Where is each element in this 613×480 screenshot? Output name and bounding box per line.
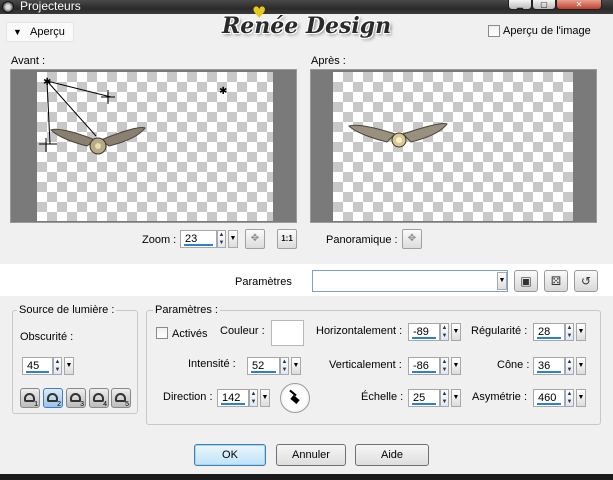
butterfly-icon: ♥: [252, 3, 267, 22]
random-preset-button[interactable]: ⚄: [544, 270, 568, 292]
intensity-label: Intensité :: [188, 358, 236, 370]
horizontal-dropdown[interactable]: ▼: [451, 323, 461, 341]
light-5-button[interactable]: 5: [111, 388, 131, 408]
pan-label: Panoramique :: [326, 234, 398, 246]
reset-preset-button[interactable]: ↺: [574, 270, 598, 292]
apercu-label: Aperçu: [30, 26, 65, 38]
zoom-dropdown[interactable]: ▼: [228, 230, 238, 248]
parameters-title: Paramètres :: [153, 304, 220, 316]
wings-image-right: [348, 123, 448, 148]
svg-text:✱: ✱: [219, 86, 227, 97]
direction-dial[interactable]: [280, 383, 310, 413]
direction-dropdown[interactable]: ▼: [260, 389, 270, 407]
apercu-image-checkbox[interactable]: [488, 25, 500, 37]
cone-dropdown[interactable]: ▼: [576, 357, 586, 375]
triangle-down-icon: ▼: [13, 27, 22, 37]
horizontal-spinner[interactable]: ▲ ▼: [440, 323, 449, 341]
minimize-button[interactable]: ▁: [508, 0, 532, 10]
light-4-button[interactable]: 4: [89, 388, 109, 408]
before-label: Avant :: [11, 55, 46, 67]
horizontal-label: Horizontalement :: [316, 325, 403, 337]
direction-label: Direction :: [163, 391, 213, 403]
cone-spinner[interactable]: ▲ ▼: [565, 357, 574, 375]
intensity-input[interactable]: 52: [247, 357, 280, 375]
help-button[interactable]: Aide: [355, 444, 429, 466]
regularity-input[interactable]: 28: [533, 323, 565, 341]
scale-spinner[interactable]: ▲ ▼: [440, 389, 449, 407]
close-button[interactable]: ✕: [556, 0, 602, 10]
darkness-dropdown[interactable]: ▼: [64, 357, 74, 375]
pan-button[interactable]: ✥: [402, 229, 422, 249]
asymmetry-spinner[interactable]: ▲ ▼: [565, 389, 574, 407]
direction-spinner[interactable]: ▲ ▼: [249, 389, 258, 407]
scale-label: Échelle :: [361, 391, 404, 403]
before-preview[interactable]: ✱ ✱: [10, 69, 297, 223]
cone-label: Cône :: [497, 359, 530, 371]
vertical-label: Verticalement :: [329, 359, 402, 371]
presets-label: Paramètres: [235, 276, 292, 288]
active-label: Activés: [172, 328, 208, 340]
maximize-button[interactable]: ▢: [532, 0, 556, 10]
cancel-button[interactable]: Annuler: [276, 444, 346, 466]
light-source-title: Source de lumière :: [17, 304, 117, 316]
apercu-toggle[interactable]: ▼ Aperçu: [6, 22, 74, 42]
darkness-label: Obscurité :: [20, 331, 74, 343]
zoom-fit-button[interactable]: ✥: [245, 229, 265, 249]
zoom-input[interactable]: 23: [180, 230, 217, 248]
presets-combobox[interactable]: ▼: [312, 270, 508, 292]
svg-text:✱: ✱: [43, 77, 51, 88]
light-1-button[interactable]: 1: [20, 388, 40, 408]
after-preview[interactable]: [310, 69, 597, 223]
watermark-logo: ♥ Renée Design: [222, 3, 391, 43]
color-label: Couleur :: [220, 325, 265, 337]
apercu-image-label: Aperçu de l'image: [503, 25, 591, 37]
color-swatch[interactable]: [271, 320, 304, 346]
presets-dropdown[interactable]: ▼: [497, 272, 507, 290]
direction-input[interactable]: 142: [217, 389, 249, 407]
intensity-dropdown[interactable]: ▼: [291, 357, 301, 375]
regularity-dropdown[interactable]: ▼: [576, 323, 586, 341]
asymmetry-label: Asymétrie :: [472, 391, 528, 403]
light-guides-and-wings: ✱ ✱: [39, 77, 227, 155]
window-title: Projecteurs: [20, 0, 81, 13]
vertical-input[interactable]: -86: [408, 357, 440, 375]
scale-input[interactable]: 25: [408, 389, 440, 407]
horizontal-input[interactable]: -89: [408, 323, 440, 341]
vertical-dropdown[interactable]: ▼: [451, 357, 461, 375]
intensity-spinner[interactable]: ▲ ▼: [280, 357, 289, 375]
regularity-label: Régularité :: [471, 325, 528, 337]
light-3-button[interactable]: 3: [66, 388, 86, 408]
cone-input[interactable]: 36: [533, 357, 565, 375]
zoom-label: Zoom :: [142, 234, 177, 246]
after-label: Après :: [311, 55, 346, 67]
zoom-actual-size-button[interactable]: 1:1: [277, 229, 297, 249]
asymmetry-input[interactable]: 460: [533, 389, 565, 407]
watermark-text: Renée Design: [222, 13, 392, 39]
darkness-input[interactable]: 45: [22, 357, 53, 375]
title-bar: Projecteurs ▁ ▢ ✕: [0, 0, 613, 14]
app-icon[interactable]: [2, 1, 14, 13]
save-preset-button[interactable]: ▣: [514, 270, 538, 292]
darkness-spinner[interactable]: ▲ ▼: [53, 357, 62, 375]
taskbar-strip: [0, 474, 613, 480]
wings-image-left: [50, 127, 146, 155]
zoom-spinner[interactable]: ▲ ▼: [217, 230, 226, 248]
regularity-spinner[interactable]: ▲ ▼: [565, 323, 574, 341]
vertical-spinner[interactable]: ▲ ▼: [440, 357, 449, 375]
light-2-button[interactable]: 2: [43, 388, 63, 408]
asymmetry-dropdown[interactable]: ▼: [576, 389, 586, 407]
ok-button[interactable]: OK: [194, 444, 266, 466]
scale-dropdown[interactable]: ▼: [451, 389, 461, 407]
active-checkbox[interactable]: [156, 327, 168, 339]
